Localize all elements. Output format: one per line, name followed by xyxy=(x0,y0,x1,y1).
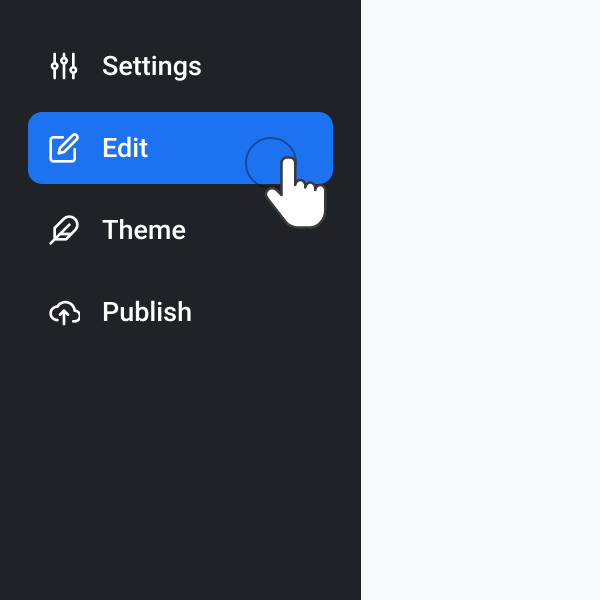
sidebar: Settings Edit Theme Publish xyxy=(0,0,361,600)
sliders-icon xyxy=(48,50,80,82)
main-content-area xyxy=(361,0,600,600)
sidebar-item-label: Edit xyxy=(102,135,148,162)
sidebar-item-label: Settings xyxy=(102,53,202,80)
sidebar-item-publish[interactable]: Publish xyxy=(28,276,333,348)
sidebar-item-edit[interactable]: Edit xyxy=(28,112,333,184)
sidebar-item-label: Publish xyxy=(102,299,192,326)
sidebar-item-theme[interactable]: Theme xyxy=(28,194,333,266)
sidebar-item-settings[interactable]: Settings xyxy=(28,30,333,102)
sidebar-item-label: Theme xyxy=(102,217,186,244)
upload-cloud-icon xyxy=(48,296,80,328)
feather-icon xyxy=(48,214,80,246)
sidebar-menu: Settings Edit Theme Publish xyxy=(28,30,333,348)
edit-icon xyxy=(48,132,80,164)
